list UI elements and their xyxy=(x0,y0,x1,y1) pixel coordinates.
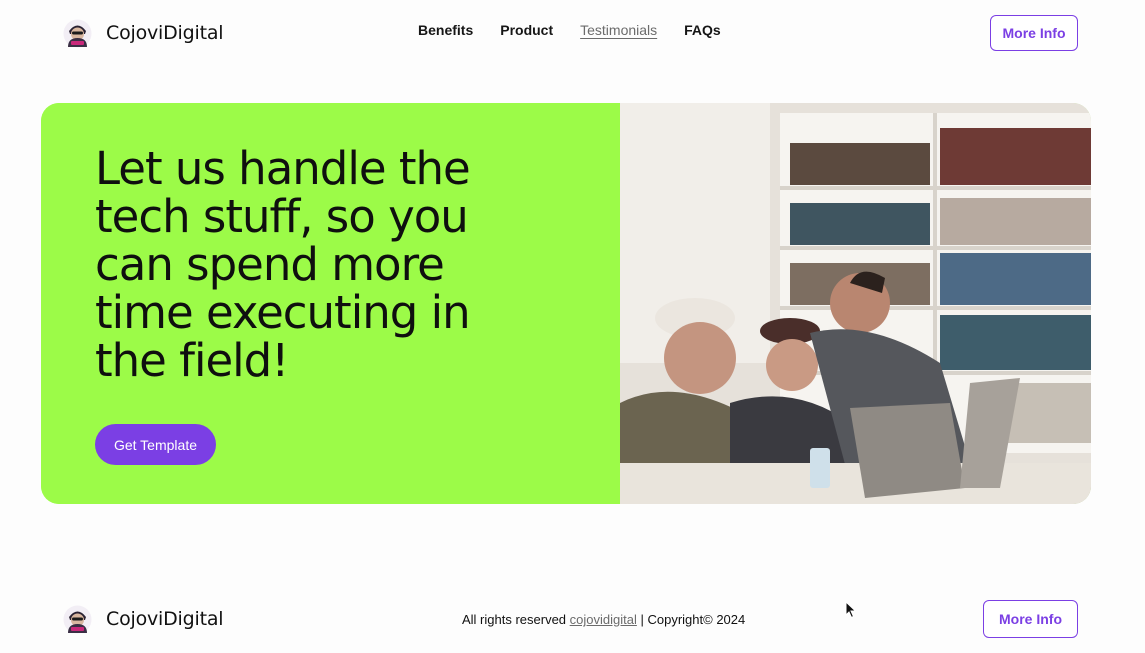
mascot-logo-icon xyxy=(63,19,92,47)
nav-item-testimonials[interactable]: Testimonials xyxy=(580,22,657,38)
more-info-button[interactable]: More Info xyxy=(990,15,1078,51)
footer-brand-name: CojoviDigital xyxy=(106,608,224,630)
site-header: CojoviDigital Benefits Product Testimoni… xyxy=(0,0,1145,66)
mouse-cursor-icon xyxy=(845,601,857,619)
cojovidigital-link[interactable]: cojovidigital xyxy=(570,612,637,627)
hero-text-panel: Let us handle the tech stuff, so you can… xyxy=(41,103,621,504)
team-laptop-photo xyxy=(620,103,1091,504)
main-nav: Benefits Product Testimonials FAQs xyxy=(418,22,721,38)
brand-name: CojoviDigital xyxy=(106,22,224,44)
landing-page: CojoviDigital Benefits Product Testimoni… xyxy=(0,0,1145,653)
site-footer: CojoviDigital All rights reserved cojovi… xyxy=(0,590,1145,653)
nav-item-product[interactable]: Product xyxy=(500,22,553,38)
mascot-logo-icon xyxy=(63,605,92,633)
get-template-button[interactable]: Get Template xyxy=(95,424,216,465)
footer-more-info-button[interactable]: More Info xyxy=(983,600,1078,638)
rights-text: All rights reserved xyxy=(462,612,567,627)
photo-illustration xyxy=(620,103,1091,504)
hero-headline: Let us handle the tech stuff, so you can… xyxy=(95,142,471,387)
footer-brand[interactable]: CojoviDigital xyxy=(63,603,224,635)
copyright-text: | Copyright© 2024 xyxy=(640,612,746,627)
hero-section: Let us handle the tech stuff, so you can… xyxy=(41,103,1091,504)
nav-item-faqs[interactable]: FAQs xyxy=(684,22,721,38)
nav-item-benefits[interactable]: Benefits xyxy=(418,22,473,38)
footer-copyright: All rights reserved cojovidigital | Copy… xyxy=(462,612,745,627)
brand[interactable]: CojoviDigital xyxy=(63,17,224,49)
